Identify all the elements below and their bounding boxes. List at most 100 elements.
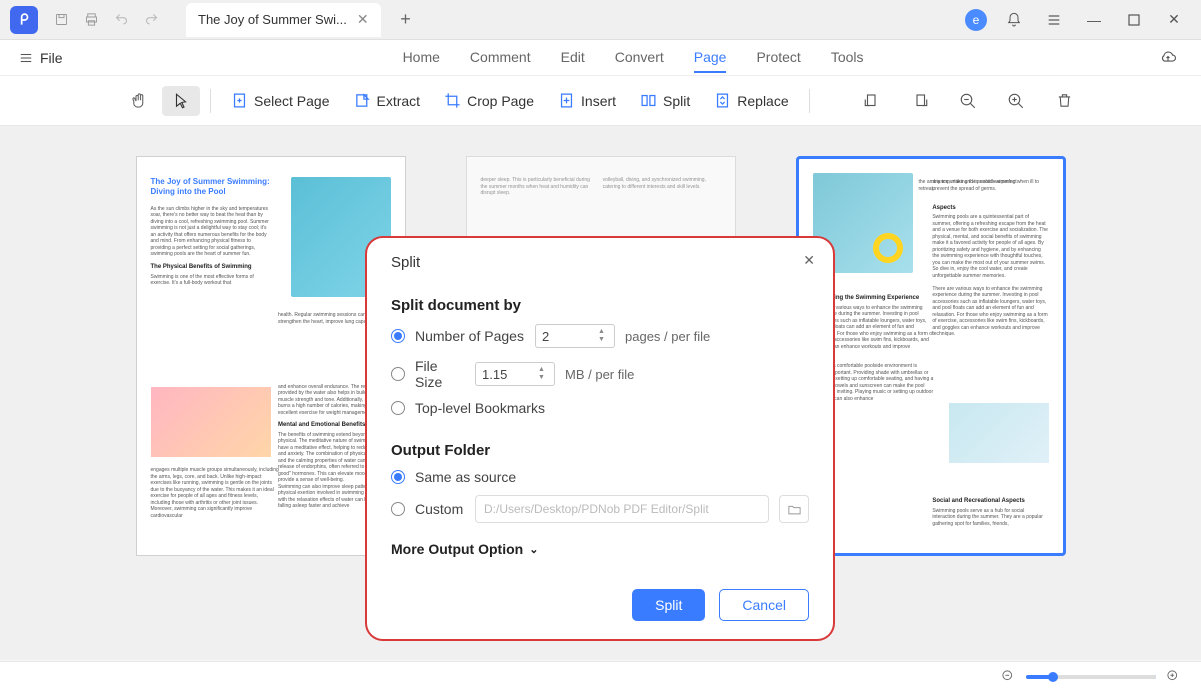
unit-label: MB / per file xyxy=(565,367,634,382)
radio-icon[interactable] xyxy=(391,367,405,381)
split-confirm-button[interactable]: Split xyxy=(632,589,705,621)
menubar: File Home Comment Edit Convert Page Prot… xyxy=(0,40,1201,76)
rotate-left-icon[interactable] xyxy=(855,84,889,118)
user-avatar[interactable]: e xyxy=(965,9,987,31)
option-same-as-source[interactable]: Same as source xyxy=(391,469,809,485)
insert-icon xyxy=(558,92,575,109)
spinner-icon[interactable]: ▲▼ xyxy=(598,325,612,347)
minimize-icon[interactable]: ― xyxy=(1081,7,1107,33)
dialog-buttons: Split Cancel xyxy=(632,589,809,621)
tab-close-icon[interactable]: ✕ xyxy=(357,11,369,28)
option-label: Top-level Bookmarks xyxy=(415,400,545,416)
separator xyxy=(809,89,810,113)
cancel-button[interactable]: Cancel xyxy=(719,589,809,621)
menu-protect[interactable]: Protect xyxy=(756,43,800,73)
split-button[interactable]: Split xyxy=(630,86,700,115)
spinner-icon[interactable]: ▲▼ xyxy=(538,363,552,385)
option-bookmarks[interactable]: Top-level Bookmarks xyxy=(391,400,809,416)
titlebar-right: e ― ✕ xyxy=(965,7,1201,33)
menu-edit[interactable]: Edit xyxy=(561,43,585,73)
replace-icon xyxy=(714,92,731,109)
maximize-icon[interactable] xyxy=(1121,7,1147,33)
dialog-title: Split xyxy=(391,254,809,271)
browse-folder-button[interactable] xyxy=(779,495,809,523)
crop-icon xyxy=(444,92,461,109)
file-menu-label: File xyxy=(40,50,63,66)
zoom-bar xyxy=(0,661,1201,691)
page-toolbar: Select Page Extract Crop Page Insert Spl… xyxy=(0,76,1201,126)
menu-items: Home Comment Edit Convert Page Protect T… xyxy=(403,43,864,73)
menu-tools[interactable]: Tools xyxy=(831,43,864,73)
extract-button[interactable]: Extract xyxy=(344,86,431,115)
dialog-close-icon[interactable]: ✕ xyxy=(803,252,815,269)
crop-page-button[interactable]: Crop Page xyxy=(434,86,544,115)
zoom-in-icon[interactable] xyxy=(999,84,1033,118)
select-page-button[interactable]: Select Page xyxy=(221,86,340,115)
tab-bar: The Joy of Summer Swi... ✕ + xyxy=(186,3,421,37)
replace-button[interactable]: Replace xyxy=(704,86,798,115)
crop-page-label: Crop Page xyxy=(467,93,534,109)
pages-input[interactable]: 2▲▼ xyxy=(535,324,615,348)
new-tab-button[interactable]: + xyxy=(391,9,421,30)
radio-icon[interactable] xyxy=(391,470,405,484)
select-page-icon xyxy=(231,92,248,109)
menu-page[interactable]: Page xyxy=(694,43,727,73)
app-logo[interactable] xyxy=(10,6,38,34)
toolbar-right xyxy=(855,84,1081,118)
menu-convert[interactable]: Convert xyxy=(615,43,664,73)
undo-icon[interactable] xyxy=(106,5,136,35)
save-icon[interactable] xyxy=(46,5,76,35)
zoom-slider[interactable] xyxy=(1026,675,1156,679)
rotate-right-icon[interactable] xyxy=(903,84,937,118)
option-number-of-pages[interactable]: Number of Pages 2▲▼ pages / per file xyxy=(391,324,809,348)
menu-home[interactable]: Home xyxy=(403,43,440,73)
page-title: The Joy of Summer Swimming: Diving into … xyxy=(151,177,283,198)
split-icon xyxy=(640,92,657,109)
radio-icon[interactable] xyxy=(391,502,405,516)
hand-tool-icon[interactable] xyxy=(120,86,158,116)
option-file-size[interactable]: File Size 1.15▲▼ MB / per file xyxy=(391,358,809,390)
hamburger-icon[interactable] xyxy=(1041,7,1067,33)
select-page-label: Select Page xyxy=(254,93,330,109)
zoom-in-button[interactable] xyxy=(1166,669,1181,684)
split-by-heading: Split document by xyxy=(391,297,809,314)
thumb-image xyxy=(151,387,271,457)
extract-label: Extract xyxy=(377,93,421,109)
size-input[interactable]: 1.15▲▼ xyxy=(475,362,555,386)
split-dialog: Split ✕ Split document by Number of Page… xyxy=(365,236,835,641)
option-label: Same as source xyxy=(415,469,516,485)
insert-label: Insert xyxy=(581,93,616,109)
custom-path-input[interactable]: D:/Users/Desktop/PDNob PDF Editor/Split xyxy=(475,495,769,523)
thumb-image xyxy=(949,403,1049,463)
document-tab[interactable]: The Joy of Summer Swi... ✕ xyxy=(186,3,381,37)
option-label: Number of Pages xyxy=(415,328,525,344)
file-menu[interactable]: File xyxy=(18,50,63,66)
page-thumbnail-3[interactable]: Enhancing the Swimming ExperienceThere a… xyxy=(796,156,1066,556)
close-icon[interactable]: ✕ xyxy=(1161,7,1187,33)
option-label: File Size xyxy=(415,358,465,390)
split-label: Split xyxy=(663,93,690,109)
print-icon[interactable] xyxy=(76,5,106,35)
unit-label: pages / per file xyxy=(625,329,710,344)
insert-button[interactable]: Insert xyxy=(548,86,626,115)
zoom-out-icon[interactable] xyxy=(951,84,985,118)
option-label: Custom xyxy=(415,501,465,517)
delete-icon[interactable] xyxy=(1047,84,1081,118)
replace-label: Replace xyxy=(737,93,788,109)
separator xyxy=(210,89,211,113)
zoom-out-button[interactable] xyxy=(1001,669,1016,684)
radio-icon[interactable] xyxy=(391,329,405,343)
cloud-icon[interactable] xyxy=(1153,43,1183,73)
pointer-tool-icon[interactable] xyxy=(162,86,200,116)
titlebar: The Joy of Summer Swi... ✕ + e ― ✕ xyxy=(0,0,1201,40)
output-folder-heading: Output Folder xyxy=(391,442,809,459)
menu-comment[interactable]: Comment xyxy=(470,43,531,73)
option-custom[interactable]: Custom D:/Users/Desktop/PDNob PDF Editor… xyxy=(391,495,809,523)
extract-icon xyxy=(354,92,371,109)
chevron-down-icon: ⌄ xyxy=(529,543,538,556)
tab-title: The Joy of Summer Swi... xyxy=(198,12,347,27)
more-output-option[interactable]: More Output Option ⌄ xyxy=(391,541,809,557)
redo-icon[interactable] xyxy=(136,5,166,35)
radio-icon[interactable] xyxy=(391,401,405,415)
notification-icon[interactable] xyxy=(1001,7,1027,33)
